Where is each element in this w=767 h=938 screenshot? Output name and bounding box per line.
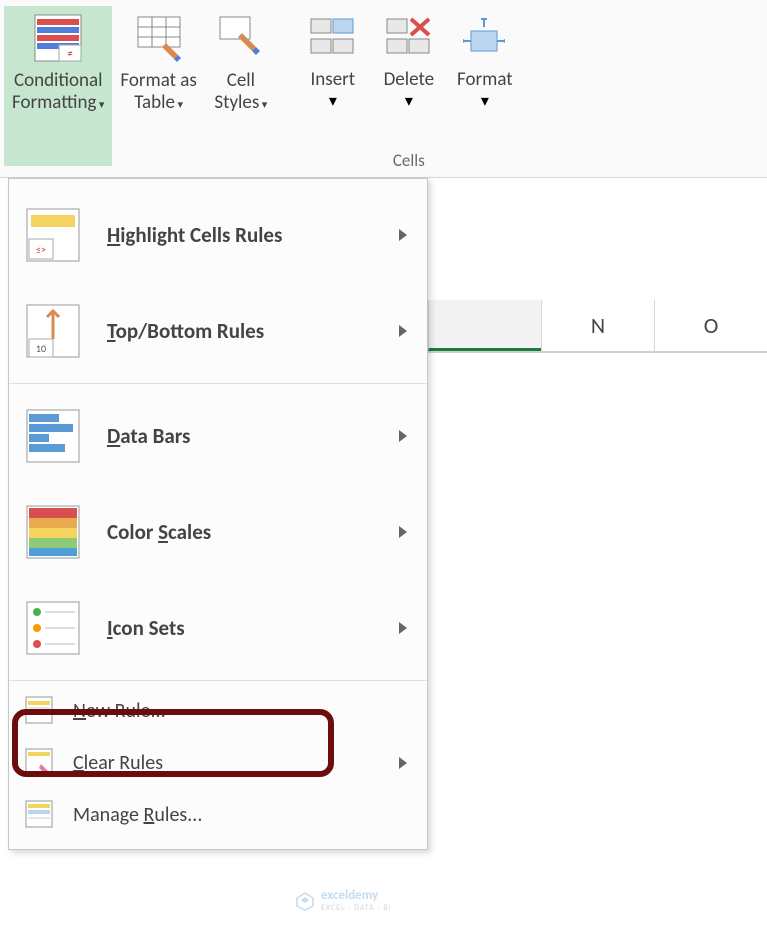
column-header-o[interactable]: O [654, 300, 767, 351]
dropdown-arrow-icon: ▾ [481, 91, 489, 111]
menu-label: IIcon Setscon Sets [107, 615, 399, 641]
menu-highlight-cells-rules[interactable]: ≤> HHighlight Cells Rulesighlight Cells … [9, 187, 427, 283]
top-bottom-icon: 10 [25, 303, 81, 359]
format-as-table-label: Format as Table ▾ [120, 70, 196, 114]
format-as-table-icon [131, 10, 187, 66]
menu-label: DData Barsata Bars [107, 423, 399, 449]
menu-label: Color SColor Scalescales [107, 519, 399, 545]
manage-rules-icon [25, 800, 55, 830]
column-header[interactable] [428, 300, 541, 351]
menu-color-scales[interactable]: Color SColor Scalescales [9, 484, 427, 580]
submenu-arrow-icon [399, 229, 407, 241]
data-bars-icon [25, 408, 81, 464]
new-rule-icon [25, 696, 55, 726]
cells-group: Insert ▾ Delete ▾ Format ▾ Cells [295, 6, 523, 177]
color-scales-icon [25, 504, 81, 560]
dropdown-arrow-icon: ▾ [329, 91, 337, 111]
column-headers: N O [428, 300, 767, 353]
menu-divider [9, 680, 427, 681]
menu-label: CClear Ruleslear Rules [73, 751, 399, 775]
cell-styles-icon [213, 10, 269, 66]
submenu-arrow-icon [399, 757, 407, 769]
format-icon [457, 10, 513, 66]
icon-sets-icon [25, 600, 81, 656]
cell-styles-label: Cell Styles ▾ [214, 70, 267, 114]
conditional-formatting-button[interactable]: ≠ Conditional Formatting ▾ [4, 6, 112, 166]
menu-divider [9, 383, 427, 384]
menu-new-rule[interactable]: NNew Rule...ew Rule... [9, 685, 427, 737]
svg-text:≠: ≠ [67, 47, 72, 60]
watermark-sub: EXCEL · DATA · BI [321, 903, 392, 913]
watermark-icon [295, 891, 315, 911]
dropdown-arrow-icon: ▾ [405, 91, 413, 111]
styles-buttons: ≠ Conditional Formatting ▾ Format as Tab… [4, 6, 277, 150]
menu-data-bars[interactable]: DData Barsata Bars [9, 388, 427, 484]
conditional-formatting-icon: ≠ [30, 10, 86, 66]
highlight-cells-icon: ≤> [25, 207, 81, 263]
column-header-n[interactable]: N [541, 300, 654, 351]
insert-button[interactable]: Insert ▾ [295, 6, 371, 115]
menu-manage-rules[interactable]: Manage RManage Rules...ules... [9, 789, 427, 841]
menu-label: NNew Rule...ew Rule... [73, 699, 407, 723]
cells-group-label: Cells [295, 150, 523, 171]
conditional-formatting-label: Conditional Formatting ▾ [12, 70, 104, 114]
menu-top-bottom-rules[interactable]: 10 TTop/Bottom Rulesop/Bottom Rules [9, 283, 427, 379]
menu-label: TTop/Bottom Rulesop/Bottom Rules [107, 318, 399, 344]
menu-label: Manage RManage Rules...ules... [73, 803, 407, 827]
submenu-arrow-icon [399, 430, 407, 442]
submenu-arrow-icon [399, 526, 407, 538]
watermark-brand: exceldemy [321, 888, 392, 903]
menu-icon-sets[interactable]: IIcon Setscon Sets [9, 580, 427, 676]
ribbon: ≠ Conditional Formatting ▾ Format as Tab… [0, 0, 767, 178]
submenu-arrow-icon [399, 622, 407, 634]
svg-text:≤>: ≤> [36, 243, 46, 256]
clear-rules-icon [25, 748, 55, 778]
cells-buttons: Insert ▾ Delete ▾ Format ▾ [295, 6, 523, 150]
conditional-formatting-menu: ≤> HHighlight Cells Rulesighlight Cells … [8, 178, 428, 850]
format-as-table-button[interactable]: Format as Table ▾ [112, 6, 204, 166]
svg-text:10: 10 [36, 342, 46, 355]
insert-icon [305, 10, 361, 66]
submenu-arrow-icon [399, 325, 407, 337]
delete-label: Delete [384, 68, 434, 91]
delete-icon [381, 10, 437, 66]
cell-styles-button[interactable]: Cell Styles ▾ [205, 6, 277, 166]
format-button[interactable]: Format ▾ [447, 6, 523, 115]
styles-group: ≠ Conditional Formatting ▾ Format as Tab… [4, 6, 277, 177]
menu-label: HHighlight Cells Rulesighlight Cells Rul… [107, 222, 399, 248]
delete-button[interactable]: Delete ▾ [371, 6, 447, 115]
watermark: exceldemy EXCEL · DATA · BI [295, 888, 392, 913]
menu-clear-rules[interactable]: CClear Ruleslear Rules [9, 737, 427, 789]
insert-label: Insert [311, 68, 356, 91]
format-label: Format [457, 68, 513, 91]
